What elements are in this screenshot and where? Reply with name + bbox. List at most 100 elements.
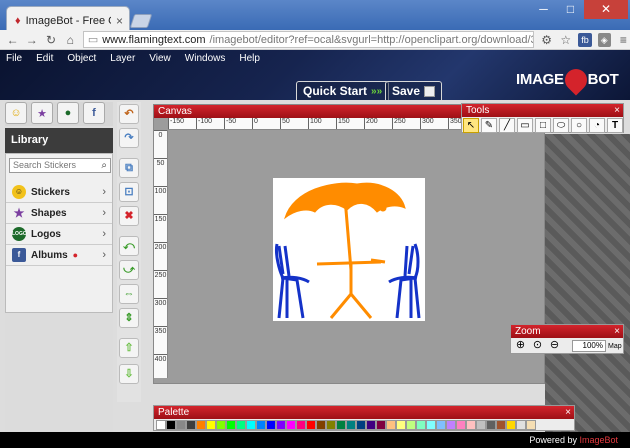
color-swatch[interactable] [266,420,276,430]
bring-forward-icon[interactable]: ⇧ [119,338,139,358]
zoom-close-icon[interactable]: × [614,325,620,338]
close-window-button[interactable]: ✕ [584,0,628,19]
zoom-reset-icon[interactable]: ⊙ [530,339,545,353]
undo-icon[interactable]: ↶ [119,104,139,124]
color-swatch[interactable] [206,420,216,430]
address-bar[interactable]: ▭ www.flamingtext.com/imagebot/editor?re… [82,31,534,48]
color-swatch[interactable] [246,420,256,430]
color-swatch[interactable] [256,420,266,430]
menu-windows[interactable]: Windows [185,53,226,64]
zoom-map-toggle[interactable]: Map [608,343,622,350]
browser-tab[interactable]: ♦ ImageBot - Free Online I × [6,6,130,30]
color-swatch[interactable] [376,420,386,430]
color-swatch[interactable] [226,420,236,430]
ellipse-tool-icon[interactable]: ⬭ [553,118,569,133]
color-swatch[interactable] [156,420,166,430]
translate-icon[interactable]: ⚙ [540,33,553,47]
color-swatch[interactable] [286,420,296,430]
footer-brand-link[interactable]: ImageBot [579,435,618,445]
menu-file[interactable]: File [6,53,22,64]
shapes-tab-button[interactable]: ★ [31,102,53,124]
minimize-button[interactable]: ─ [530,0,557,19]
palette-close-icon[interactable]: × [565,406,571,419]
zoom-out-icon[interactable]: ⊖ [547,339,562,353]
stickers-tab-button[interactable]: ☺ [5,102,27,124]
flip-vertical-icon[interactable]: ⇕ [119,308,139,328]
color-swatch[interactable] [436,420,446,430]
back-icon[interactable]: ← [6,33,19,47]
line-tool-icon[interactable]: ╱ [499,118,515,133]
group-icon[interactable]: ⧉ [119,158,139,178]
color-swatch[interactable] [366,420,376,430]
color-swatch[interactable] [446,420,456,430]
color-swatch[interactable] [236,420,246,430]
color-swatch[interactable] [326,420,336,430]
color-swatch[interactable] [476,420,486,430]
pencil-tool-icon[interactable]: ✎ [481,118,497,133]
flip-horizontal-icon[interactable]: ⇔ [119,284,139,304]
path-tool-icon[interactable]: ◔ [589,118,605,133]
menu-view[interactable]: View [149,53,171,64]
color-swatch[interactable] [336,420,346,430]
color-swatch[interactable] [426,420,436,430]
forward-icon[interactable]: → [25,33,38,47]
quick-start-button[interactable]: Quick Start »» [296,81,390,100]
menu-help[interactable]: Help [239,53,260,64]
library-item-albums[interactable]: f Albums ● › [6,245,112,266]
redo-icon[interactable]: ↷ [119,128,139,148]
color-swatch[interactable] [316,420,326,430]
clipart-cafe-table-umbrella[interactable] [273,178,425,321]
library-item-shapes[interactable]: ★ Shapes › [6,203,112,224]
color-swatch[interactable] [456,420,466,430]
rotate-left-icon[interactable]: ⤺ [119,236,139,256]
albums-tab-button[interactable]: f [83,102,105,124]
color-swatch[interactable] [296,420,306,430]
menu-object[interactable]: Object [67,53,96,64]
color-swatch[interactable] [496,420,506,430]
color-swatch[interactable] [406,420,416,430]
home-icon[interactable]: ⌂ [64,33,77,47]
facebook-extension-icon[interactable]: fb [578,32,592,47]
save-button[interactable]: Save [385,81,443,100]
menu-icon[interactable]: ≡ [617,33,630,47]
color-swatch[interactable] [386,420,396,430]
delete-icon[interactable]: ✖ [119,206,139,226]
color-swatch[interactable] [416,420,426,430]
menu-layer[interactable]: Layer [110,53,135,64]
send-backward-icon[interactable]: ⇩ [119,364,139,384]
menu-edit[interactable]: Edit [36,53,53,64]
palette-titlebar[interactable]: Palette × [154,406,574,419]
zoom-in-icon[interactable]: ⊕ [513,339,528,353]
circle-tool-icon[interactable]: ○ [571,118,587,133]
maximize-button[interactable]: □ [557,0,584,19]
sticker-search-input[interactable]: Search Stickers ⌕ [9,158,111,173]
artboard[interactable] [273,178,425,321]
color-swatch[interactable] [466,420,476,430]
shield-extension-icon[interactable]: ◈ [597,32,611,47]
square-tool-icon[interactable]: □ [535,118,551,133]
color-swatch[interactable] [516,420,526,430]
logos-tab-button[interactable]: ● [57,102,79,124]
tools-titlebar[interactable]: Tools × [462,104,623,117]
color-swatch[interactable] [356,420,366,430]
reload-icon[interactable]: ↻ [44,33,57,47]
select-tool-icon[interactable]: ↖ [463,118,479,133]
color-swatch[interactable] [506,420,516,430]
rotate-right-icon[interactable]: ⤻ [119,260,139,280]
tab-close-icon[interactable]: × [116,14,123,28]
library-item-logos[interactable]: LOGO Logos › [6,224,112,245]
color-swatch[interactable] [486,420,496,430]
bookmark-star-icon[interactable]: ☆ [559,33,572,47]
library-item-stickers[interactable]: ☺ Stickers › [6,182,112,203]
search-icon[interactable]: ⌕ [101,159,107,172]
color-swatch[interactable] [186,420,196,430]
tools-close-icon[interactable]: × [614,104,620,117]
color-swatch[interactable] [396,420,406,430]
color-swatch[interactable] [526,420,536,430]
color-swatch[interactable] [276,420,286,430]
color-swatch[interactable] [166,420,176,430]
new-tab-button[interactable] [129,14,153,28]
rectangle-tool-icon[interactable]: ▭ [517,118,533,133]
color-swatch[interactable] [346,420,356,430]
color-swatch[interactable] [196,420,206,430]
